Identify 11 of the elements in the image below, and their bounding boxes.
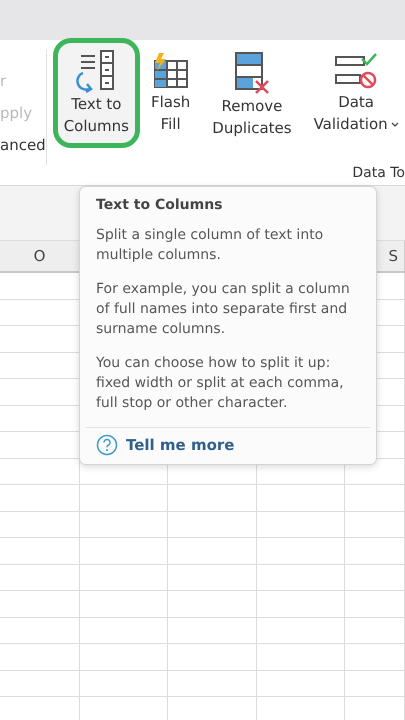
tooltip-text: For example, you can split a column of full names into separate first and surname columns. (96, 280, 351, 339)
group-label: Data To (352, 165, 405, 181)
ribbon-button[interactable]: Remove Duplicates (201, 40, 303, 150)
tooltip-title: Text to Columns (95, 197, 224, 213)
ribbon-button[interactable]: Text to Columns (52, 38, 140, 148)
ribbon-button[interactable]: Data Validation (302, 40, 405, 146)
ribbon-command[interactable]: anced (0, 136, 46, 154)
tooltip-text: Split a single column of text into multiple columns. (96, 226, 324, 265)
ribbon-button[interactable]: Flash Fill (140, 40, 202, 146)
tell-me-more-link[interactable]: Tell me more (126, 436, 234, 454)
tooltip-text: You can choose how to split it up: fixed width or split at each comma, full stop or other character. (96, 354, 345, 413)
